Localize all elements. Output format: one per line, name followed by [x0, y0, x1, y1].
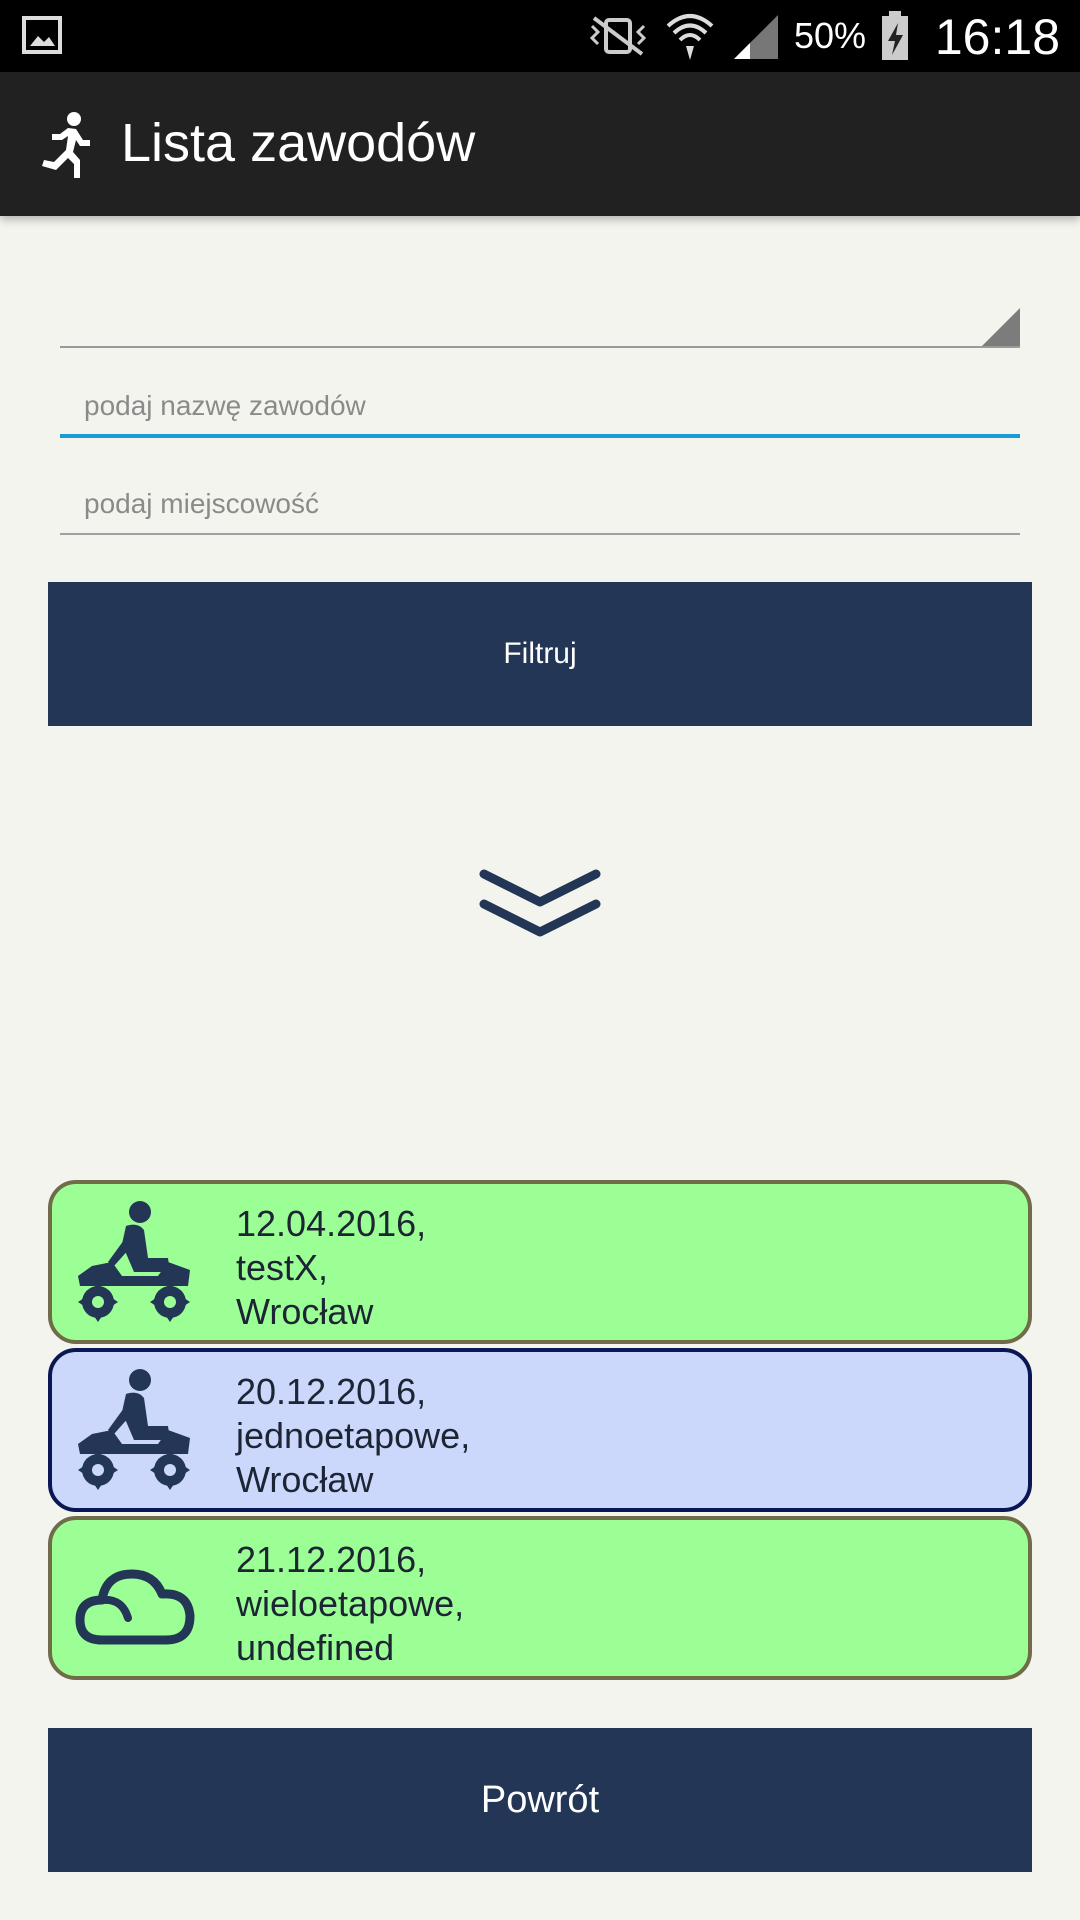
- runner-icon: [42, 112, 90, 178]
- clock: 16:18: [934, 9, 1060, 65]
- competition-details: 12.04.2016, testX, Wrocław: [236, 1202, 426, 1334]
- competition-list-item[interactable]: 20.12.2016, jednoetapowe, Wrocław: [48, 1348, 1032, 1512]
- competition-date: 12.04.2016,: [236, 1203, 427, 1244]
- status-icons: 50%: [586, 10, 910, 62]
- competition-details: 21.12.2016, wieloetapowe, undefined: [236, 1538, 464, 1670]
- atv-rider-icon: [78, 1201, 190, 1322]
- competition-details: 20.12.2016, jednoetapowe, Wrocław: [236, 1370, 470, 1502]
- battery-percent: 50%: [793, 15, 866, 56]
- competition-name: wieloetapowe,: [236, 1583, 465, 1624]
- competition-list-item[interactable]: 21.12.2016, wieloetapowe, undefined: [48, 1516, 1032, 1680]
- double-chevron-down-icon[interactable]: [478, 868, 602, 940]
- competition-name: jednoetapowe,: [236, 1415, 471, 1456]
- competition-city: Wrocław: [236, 1291, 374, 1332]
- competition-city: undefined: [236, 1627, 395, 1668]
- page-title: Lista zawodów: [121, 113, 476, 173]
- competition-date: 20.12.2016,: [236, 1371, 427, 1412]
- competition-date: 21.12.2016,: [236, 1539, 427, 1580]
- battery-charging-icon: [882, 11, 908, 60]
- wifi-icon: [666, 14, 714, 60]
- competition-name: testX,: [236, 1247, 329, 1288]
- competition-list-item[interactable]: 12.04.2016, testX, Wrocław: [48, 1180, 1032, 1344]
- back-button[interactable]: Powrót: [48, 1728, 1032, 1872]
- gallery-notification-icon: [22, 16, 62, 54]
- spinner-arrow-icon: [982, 308, 1020, 346]
- category-spinner[interactable]: [60, 300, 1020, 348]
- filter-button[interactable]: Filtruj: [48, 582, 1032, 726]
- cloud-icon: [75, 1569, 195, 1645]
- city-input[interactable]: [60, 475, 1020, 535]
- signal-icon: [733, 15, 778, 59]
- atv-rider-icon: [78, 1369, 190, 1490]
- status-bar: 50% 16:18: [0, 0, 1080, 72]
- vibrate-mute-icon: [589, 16, 647, 56]
- competition-name-input[interactable]: [60, 378, 1020, 438]
- app-bar: Lista zawodów: [0, 72, 1080, 216]
- competition-city: Wrocław: [236, 1459, 374, 1500]
